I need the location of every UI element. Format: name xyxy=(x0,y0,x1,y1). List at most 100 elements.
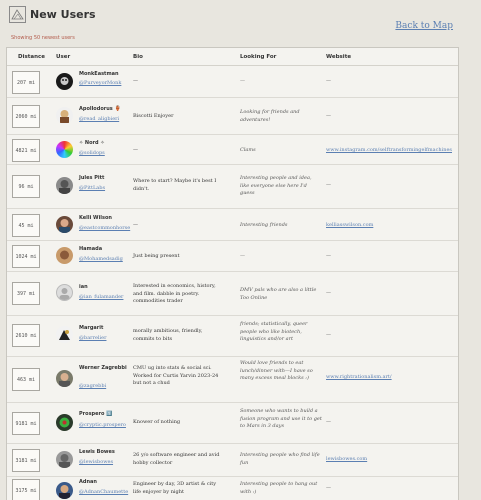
user-website-link[interactable]: www.instagram.com/selftransformingelfmac… xyxy=(326,147,452,153)
table-row: 4821 mi ✧ Nord ✧ @solidops — Clams www.i… xyxy=(7,135,458,165)
user-handle-link[interactable]: @barrelier xyxy=(79,335,106,341)
distance-badge: 1024 mi xyxy=(12,245,40,268)
distance-badge: 2060 mi xyxy=(12,105,40,128)
user-bio: Just being present xyxy=(133,253,180,259)
avatar[interactable] xyxy=(56,73,73,90)
scrollbar[interactable] xyxy=(436,48,458,500)
user-looking-for: Clams xyxy=(240,147,256,153)
user-handle-link[interactable]: @eastcommonhorse xyxy=(79,225,130,231)
avatar[interactable] xyxy=(56,414,73,431)
table-row: 207 mi MonkEastman @PurveyorMonk — — — xyxy=(7,66,458,98)
user-bio: Knower of nothing xyxy=(133,419,181,425)
user-handle-link[interactable]: @Mohamedsadig xyxy=(79,256,123,262)
user-handle-link[interactable]: @AdnanChaumette xyxy=(79,489,128,495)
user-looking-for: DMV pals who are also a little Too Onlin… xyxy=(240,287,317,301)
back-to-map-link[interactable]: Back to Map xyxy=(395,21,453,31)
avatar[interactable] xyxy=(56,177,73,194)
user-website: — xyxy=(326,78,331,84)
user-bio: Interested in economics, history, and fi… xyxy=(133,283,216,304)
avatar[interactable] xyxy=(56,216,73,233)
avatar[interactable] xyxy=(56,326,73,343)
table-row: 1024 mi Hamada @Mohamedsadig Just being … xyxy=(7,241,458,272)
table-row: 463 mi Werner Zagrebbi @zagrebbi CMU ug … xyxy=(7,357,458,403)
distance-badge: 96 mi xyxy=(12,175,40,198)
user-handle-link[interactable]: @PittLabs xyxy=(79,185,105,191)
table-row: 3181 mi Lewis Bowes @lewisbowes 26 y/o s… xyxy=(7,444,458,477)
user-name: Margarit xyxy=(79,325,104,331)
user-website: — xyxy=(326,113,331,119)
avatar[interactable] xyxy=(56,107,73,124)
user-website: — xyxy=(326,419,331,425)
header-website: Website xyxy=(326,54,352,60)
user-name: Apollodorus 🏺 xyxy=(79,106,121,112)
user-name: Hamada xyxy=(79,246,103,252)
user-handle-link[interactable]: @cryptic.prospero xyxy=(79,422,126,428)
users-table: Distance User Bio Looking For Website 20… xyxy=(6,47,459,500)
user-name: Lewis Bowes xyxy=(79,449,115,455)
user-looking-for: Interesting friends xyxy=(240,222,288,228)
distance-badge: 207 mi xyxy=(12,71,40,94)
table-row: 2610 mi Margarit @barrelier morally ambi… xyxy=(7,316,458,357)
user-bio: CMU ug into stats & social sci. Worked f… xyxy=(133,365,219,386)
user-looking-for: Interesting people who find life fun xyxy=(240,452,320,466)
user-name: Werner Zagrebbi xyxy=(79,365,127,371)
user-name: ian xyxy=(79,284,88,290)
avatar[interactable] xyxy=(56,451,73,468)
avatar[interactable] xyxy=(56,482,73,499)
table-row: 397 mi ian @ian_fulamander Interested in… xyxy=(7,272,458,316)
header-looking-for: Looking For xyxy=(240,54,277,60)
user-name: Adnan xyxy=(79,479,97,485)
user-handle-link[interactable]: @solidops xyxy=(79,150,105,156)
user-name: Jules Pitt xyxy=(79,175,105,181)
header-bio: Bio xyxy=(133,54,143,60)
distance-badge: 397 mi xyxy=(12,282,40,305)
user-website: — xyxy=(326,253,331,259)
page-title: New Users xyxy=(30,8,96,21)
user-looking-for: Looking for friends and adventures! xyxy=(240,109,300,123)
distance-badge: 9181 mi xyxy=(12,412,40,435)
distance-badge: 3175 mi xyxy=(12,479,40,500)
avatar[interactable] xyxy=(56,284,73,301)
user-website: — xyxy=(326,290,331,296)
distance-badge: 45 mi xyxy=(12,214,40,237)
table-row: 9181 mi Prospero 1️⃣ @cryptic.prospero K… xyxy=(7,403,458,444)
table-header: Distance User Bio Looking For Website xyxy=(7,48,458,66)
user-handle-link[interactable]: @zagrebbi xyxy=(79,383,106,389)
distance-badge: 2610 mi xyxy=(12,324,40,347)
avatar[interactable] xyxy=(56,141,73,158)
user-bio: — xyxy=(133,147,138,153)
distance-badge: 463 mi xyxy=(12,368,40,391)
user-name: Prospero 1️⃣ xyxy=(79,411,113,417)
avatar[interactable] xyxy=(56,247,73,264)
user-name: Kelli Wilson xyxy=(79,215,112,221)
user-bio: — xyxy=(133,222,138,228)
header-distance: Distance xyxy=(18,54,45,60)
map-logo-icon xyxy=(9,6,26,23)
user-website-link[interactable]: kelliasswilson.com xyxy=(326,222,373,228)
table-row: 45 mi Kelli Wilson @eastcommonhorse — In… xyxy=(7,209,458,241)
user-handle-link[interactable]: @read_aligbieri xyxy=(79,116,119,122)
user-looking-for: Interesting people to hang out with :) xyxy=(240,481,318,495)
distance-badge: 4821 mi xyxy=(12,139,40,162)
user-website: — xyxy=(326,485,331,491)
user-handle-link[interactable]: @ian_fulamander xyxy=(79,294,123,300)
user-bio: morally ambitious, friendly, commits to … xyxy=(133,328,203,342)
user-looking-for: Would love friends to eat lunch/dinner w… xyxy=(240,360,313,381)
user-looking-for: friends; statistically, queer people who… xyxy=(240,321,308,342)
user-handle-link[interactable]: @PurveyorMonk xyxy=(79,80,121,86)
page-header: New Users Back to Map Showing 50 newest … xyxy=(0,0,481,46)
user-website: — xyxy=(326,182,331,188)
user-website-link[interactable]: www.rightrationalism.art/ xyxy=(326,374,392,380)
user-name: MonkEastman xyxy=(79,71,119,77)
user-website-link[interactable]: lewisbowes.com xyxy=(326,456,367,462)
user-website: — xyxy=(326,332,331,338)
user-looking-for: Interesting people and idea, like everyo… xyxy=(240,175,312,196)
user-bio: — xyxy=(133,78,138,84)
table-row: 96 mi Jules Pitt @PittLabs Where to star… xyxy=(7,165,458,209)
showing-count: Showing 50 newest users xyxy=(11,35,75,41)
user-bio: Where to start? Maybe it's best I didn't… xyxy=(133,178,217,192)
avatar[interactable] xyxy=(56,370,73,387)
header-user: User xyxy=(56,54,71,60)
user-handle-link[interactable]: @lewisbowes xyxy=(79,459,113,465)
table-row: 3175 mi Adnan @AdnanChaumette Engineer b… xyxy=(7,477,458,500)
